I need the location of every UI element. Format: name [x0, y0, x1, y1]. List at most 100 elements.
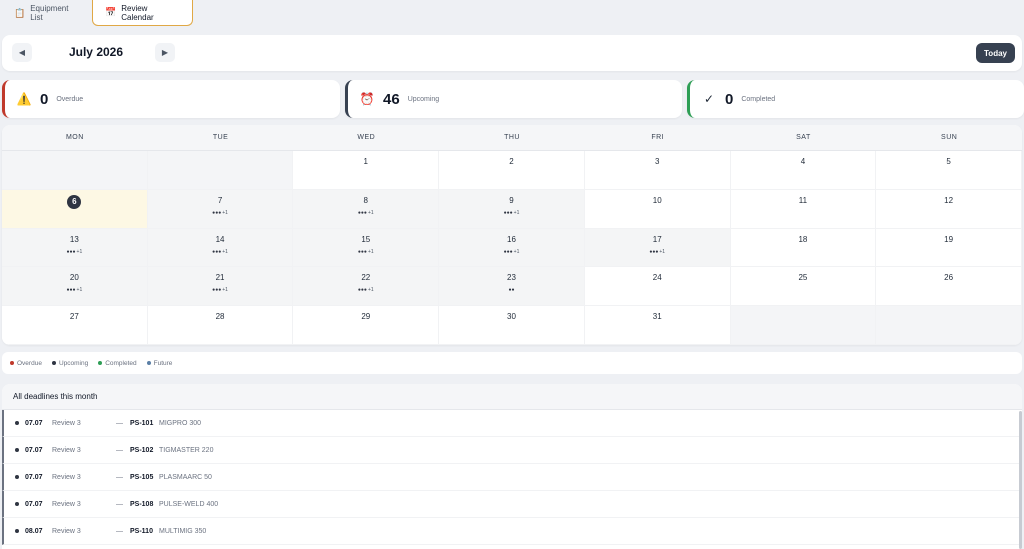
calendar-day-cell[interactable]: 17 ●●●+1: [584, 228, 731, 268]
calendar-day-cell[interactable]: 18: [730, 228, 877, 268]
calendar-day-cell[interactable]: 22 ●●●+1: [293, 267, 440, 307]
day-number: 9: [509, 195, 514, 205]
day-number: 21: [215, 273, 225, 283]
deadlines-panel: All deadlines this month 07.07 Review 3 …: [2, 384, 1022, 549]
event-dots: ●●●+1: [2, 288, 147, 293]
day-number: 14: [215, 234, 225, 244]
calendar-cell-empty: [876, 306, 1022, 345]
deadline-row[interactable]: 07.07 Review 3 — PS-108 PULSE-WELD 400: [2, 491, 1022, 518]
day-number: 13: [69, 234, 79, 244]
event-dots: ●●●+1: [148, 288, 293, 293]
day-number: 23: [507, 273, 516, 283]
stat-label: Upcoming: [407, 95, 440, 103]
weekday-header: MON TUE WED THU FRI SAT SUN: [2, 125, 1022, 151]
more-events-count: +1: [513, 209, 520, 216]
legend-label: Completed: [105, 359, 137, 367]
separator: —: [116, 473, 123, 481]
calendar-day-cell[interactable]: 10: [584, 189, 731, 229]
calendar-day-cell[interactable]: 3: [584, 151, 731, 190]
day-number: 10: [652, 195, 662, 205]
calendar-day-cell[interactable]: 15 ●●●+1: [293, 228, 440, 268]
calendar-cell-empty: [2, 151, 148, 190]
today-button[interactable]: Today: [976, 43, 1015, 63]
event-dots: ●●●+1: [585, 249, 730, 255]
deadline-row[interactable]: 07.07 Review 3 — PS-101 MIGPRO 300: [2, 410, 1022, 437]
day-number: 29: [361, 312, 371, 322]
more-events-count: +1: [367, 287, 374, 294]
stat-count: 46: [383, 90, 400, 108]
calendar-day-cell[interactable]: 29: [293, 306, 440, 345]
separator: —: [116, 500, 123, 508]
calendar-day-cell[interactable]: 8 ●●●+1: [293, 189, 440, 229]
calendar-cell-empty: [730, 306, 877, 345]
event-dot-group: ●●●: [357, 248, 367, 255]
tab-review-calendar[interactable]: 📅 Review Calendar: [92, 0, 193, 26]
more-events-count: +1: [76, 287, 83, 294]
scrollbar[interactable]: [1019, 411, 1022, 549]
equipment-code: PS-110: [130, 527, 153, 535]
day-number: 3: [654, 157, 660, 166]
calendar-day-cell[interactable]: 2: [439, 151, 585, 190]
calendar-day-cell[interactable]: 21 ●●●+1: [147, 267, 294, 307]
event-dot-group: ●●: [508, 287, 515, 294]
legend-item-future: Future: [146, 360, 172, 367]
deadline-row[interactable]: 07.07 Review 3 — PS-105 PLASMAARC 50: [2, 464, 1022, 491]
event-dot-group: ●●●: [357, 209, 367, 216]
calendar-day-cell[interactable]: 1: [293, 151, 440, 190]
checkmark-icon: ✓: [703, 92, 715, 106]
calendar-day-cell[interactable]: 6: [2, 189, 148, 229]
deadline-row[interactable]: 08.07 Review 3 — PS-110 MULTIMIG 350: [2, 518, 1022, 545]
calendar-day-cell[interactable]: 14 ●●●+1: [147, 228, 294, 268]
event-dot-group: ●●●: [503, 248, 513, 255]
status-dot: [15, 502, 19, 506]
day-number: 30: [507, 312, 516, 322]
calendar-legend: Overdue Upcoming Completed Future: [2, 352, 1022, 374]
deadline-date: 07.07: [25, 473, 43, 481]
weekday-label: FRI: [651, 134, 665, 141]
calendar-day-cell[interactable]: 13 ●●●+1: [2, 228, 148, 268]
review-label: Review 3: [52, 446, 81, 454]
weekday-label: THU: [504, 134, 520, 141]
calendar-day-cell[interactable]: 27: [2, 306, 148, 345]
today-day-number: 6: [67, 194, 82, 209]
event-dot-group: ●●●: [503, 209, 513, 216]
equipment-name: PULSE-WELD 400: [159, 500, 219, 508]
calendar-day-cell[interactable]: 30: [439, 306, 585, 345]
event-dots: ●●●+1: [439, 248, 584, 255]
day-number: 4: [800, 157, 806, 166]
calendar-day-cell[interactable]: 31: [584, 306, 731, 345]
tab-equipment-list[interactable]: 📋 Equipment List: [2, 0, 88, 26]
event-dots: ●●●+1: [148, 249, 293, 255]
month-navigation: ◀ July 2026 ▶ Today: [2, 35, 1022, 71]
calendar-day-cell[interactable]: 23 ●●: [439, 267, 585, 307]
calendar-day-cell[interactable]: 5: [876, 151, 1022, 190]
review-label: Review 3: [52, 527, 81, 535]
calendar-day-cell[interactable]: 16 ●●●+1: [439, 228, 585, 268]
calendar-day-cell[interactable]: 28: [147, 306, 294, 345]
next-month-button[interactable]: ▶: [155, 43, 175, 62]
weekday-label: SUN: [941, 134, 958, 141]
event-dots: ●●●+1: [293, 209, 438, 216]
day-number: 8: [363, 195, 368, 205]
calendar-day-cell[interactable]: 4: [730, 151, 877, 190]
legend-dot: [10, 361, 14, 365]
calendar-day-cell[interactable]: 7 ●●●+1: [147, 189, 294, 229]
calendar-day-cell[interactable]: 9 ●●●+1: [439, 189, 585, 229]
calendar-day-cell[interactable]: 12: [876, 189, 1022, 229]
prev-month-button[interactable]: ◀: [12, 43, 32, 62]
calendar-day-cell[interactable]: 26: [876, 267, 1022, 307]
calendar-day-cell[interactable]: 11: [730, 189, 877, 229]
calendar-cell-empty: [147, 151, 294, 190]
event-dots: ●●●+1: [439, 209, 584, 216]
equipment-code: PS-102: [130, 446, 154, 454]
more-events-count: +1: [513, 248, 520, 255]
calendar-day-cell[interactable]: 19: [876, 228, 1022, 268]
calendar-day-cell[interactable]: 25: [730, 267, 877, 307]
tab-label: Equipment List: [30, 4, 69, 22]
deadline-date: 07.07: [25, 500, 43, 508]
calendar-day-cell[interactable]: 20 ●●●+1: [2, 267, 148, 307]
calendar-day-cell[interactable]: 24: [584, 267, 731, 307]
more-events-count: +1: [367, 248, 374, 255]
deadline-row[interactable]: 07.07 Review 3 — PS-102 TIGMASTER 220: [2, 437, 1022, 464]
day-number: 22: [361, 273, 371, 283]
